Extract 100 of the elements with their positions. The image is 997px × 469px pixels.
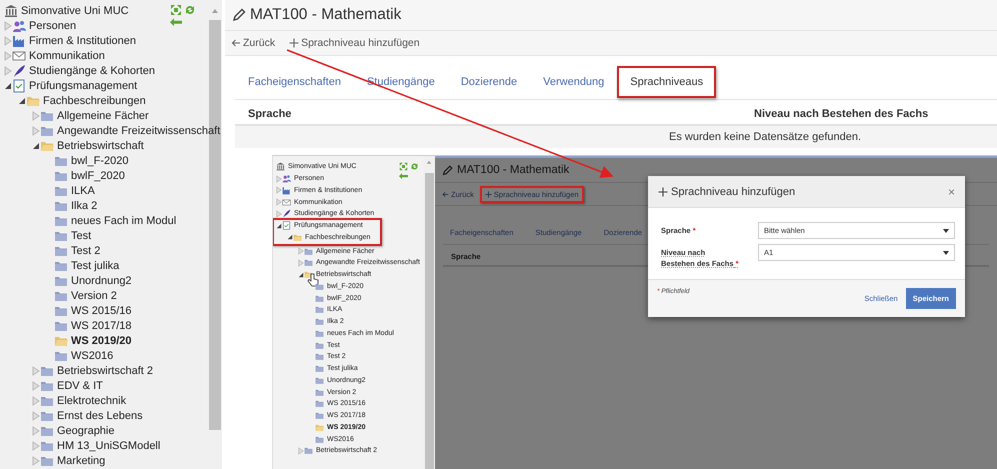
tree-item[interactable]: Marketing — [57, 454, 106, 466]
expanded-triangle-icon[interactable] — [276, 222, 282, 229]
plus-icon — [289, 38, 300, 48]
collapsed-triangle-icon[interactable] — [298, 258, 304, 267]
expanded-triangle-icon[interactable] — [18, 96, 26, 104]
tree-item[interactable]: Allgemeine Fächer — [57, 110, 149, 122]
pencil-icon — [442, 164, 453, 176]
collapsed-triangle-icon[interactable] — [276, 198, 282, 206]
collapsed-triangle-icon[interactable] — [32, 380, 40, 390]
institution-icon — [4, 4, 18, 18]
envelope-icon — [282, 198, 291, 207]
tree-item[interactable]: Angewandte Freizeitwissenschaft — [57, 124, 220, 136]
collapsed-triangle-icon[interactable] — [32, 366, 40, 376]
open-folder-icon — [293, 232, 302, 242]
tree-item[interactable]: WS 2017/18 — [71, 320, 132, 332]
collapsed-triangle-icon[interactable] — [4, 50, 12, 60]
tree-item[interactable]: Ernst des Lebens — [57, 410, 143, 422]
collapsed-triangle-icon[interactable] — [32, 426, 40, 436]
tree-item[interactable]: Ilka 2 — [71, 200, 98, 212]
tree-root-label[interactable]: Simonvative Uni MUC — [21, 4, 129, 16]
left-arrow-icon[interactable] — [399, 173, 408, 180]
folder-icon — [315, 294, 324, 303]
collapsed-triangle-icon[interactable] — [32, 410, 40, 420]
tree-item[interactable]: Prüfungsmanagement — [29, 80, 138, 92]
collapsed-triangle-icon[interactable] — [32, 440, 40, 450]
tree-item[interactable]: bwl_F-2020 — [71, 154, 128, 166]
tree-item[interactable]: Elektrotechnik — [57, 394, 126, 406]
people-icon — [12, 18, 26, 32]
collapsed-triangle-icon[interactable] — [298, 247, 304, 256]
tree-item[interactable]: Test 2 — [71, 244, 100, 256]
tree-item[interactable]: Test — [71, 230, 92, 242]
tree-item[interactable]: Personen — [29, 20, 76, 32]
page-title: MAT100 - Mathematik — [457, 164, 570, 176]
expand-icon[interactable] — [399, 162, 408, 171]
collapsed-triangle-icon[interactable] — [32, 456, 40, 466]
add-link[interactable]: Sprachniveau hinzufügen — [289, 37, 420, 49]
collapsed-triangle-icon[interactable] — [4, 66, 12, 76]
tree-item[interactable]: EDV & IT — [57, 380, 103, 392]
tree-item[interactable]: Fachbeschreibungen — [43, 94, 146, 106]
tree-item[interactable]: bwlF_2020 — [71, 170, 125, 182]
close-button[interactable]: × — [948, 184, 955, 198]
envelope-icon — [12, 48, 26, 62]
tree-item[interactable]: Unordnung2 — [71, 274, 132, 286]
scroll-up-icon[interactable] — [425, 160, 433, 165]
folder-icon — [315, 282, 324, 291]
tree-item[interactable]: HM 13_UniSGModell — [57, 440, 160, 452]
expanded-triangle-icon[interactable] — [298, 272, 304, 278]
tab[interactable]: Verwendung — [530, 66, 618, 98]
collapsed-triangle-icon[interactable] — [276, 210, 282, 218]
tree-item[interactable]: WS 2015/16 — [71, 304, 132, 316]
expanded-triangle-icon[interactable] — [287, 234, 293, 240]
expanded-triangle-icon[interactable] — [4, 82, 12, 90]
collapsed-triangle-icon[interactable] — [32, 126, 40, 136]
folder-icon — [315, 399, 324, 408]
tree-item[interactable]: Betriebswirtschaft — [57, 140, 144, 152]
collapsed-triangle-icon[interactable] — [4, 36, 12, 46]
feather-icon — [282, 209, 291, 218]
tree-item[interactable]: neues Fach im Modul — [71, 214, 176, 226]
left-arrow-icon — [442, 190, 449, 198]
folder-icon — [315, 376, 324, 385]
tree-item[interactable]: Studiengänge & Kohorten — [29, 64, 155, 76]
expanded-triangle-icon[interactable] — [32, 142, 40, 150]
collapsed-triangle-icon[interactable] — [4, 20, 12, 30]
refresh-icon[interactable] — [410, 162, 419, 171]
folder-icon — [304, 446, 313, 456]
collapsed-triangle-icon[interactable] — [298, 446, 304, 455]
scroll-up-icon[interactable] — [211, 8, 219, 14]
tree-item[interactable]: Kommunikation — [29, 50, 105, 62]
tree-item[interactable]: Geographie — [57, 424, 114, 436]
tree-item[interactable]: Betriebswirtschaft 2 — [57, 364, 153, 376]
collapsed-triangle-icon[interactable] — [32, 396, 40, 406]
tree-item[interactable]: ILKA — [71, 184, 95, 196]
tab[interactable]: Sprachniveaus — [617, 66, 716, 98]
back-link[interactable]: Zurück — [231, 37, 276, 49]
collapsed-triangle-icon[interactable] — [276, 174, 282, 183]
refresh-icon[interactable] — [184, 4, 196, 16]
tab[interactable]: Studiengänge — [354, 66, 448, 98]
expand-icon[interactable] — [170, 4, 182, 16]
checklist-icon — [282, 221, 291, 230]
tree-item[interactable]: Version 2 — [71, 290, 117, 302]
collapsed-triangle-icon[interactable] — [32, 110, 40, 120]
dialog-title: Sprachniveau hinzufügen — [658, 186, 796, 198]
tree-item[interactable]: Firmen & Institutionen — [29, 34, 136, 46]
tree-item[interactable]: WS2016 — [71, 350, 114, 362]
collapsed-triangle-icon[interactable] — [276, 186, 282, 194]
folder-icon — [315, 305, 324, 314]
folder-icon — [315, 352, 324, 362]
folder-icon — [315, 317, 324, 326]
tree-item[interactable]: WS 2019/20 — [71, 334, 132, 346]
folder-icon — [315, 328, 324, 338]
left-arrow-icon — [231, 38, 241, 48]
left-arrow-icon[interactable] — [170, 18, 182, 26]
people-icon — [282, 174, 291, 184]
page-title: MAT100 - Mathematik — [250, 6, 402, 24]
folder-icon — [315, 388, 324, 397]
folder-icon — [304, 246, 313, 256]
checklist-icon — [12, 78, 26, 92]
tree-item[interactable]: Test julika — [71, 260, 120, 272]
tab[interactable]: Dozierende — [448, 66, 530, 98]
tab[interactable]: Facheigenschaften — [235, 66, 354, 98]
